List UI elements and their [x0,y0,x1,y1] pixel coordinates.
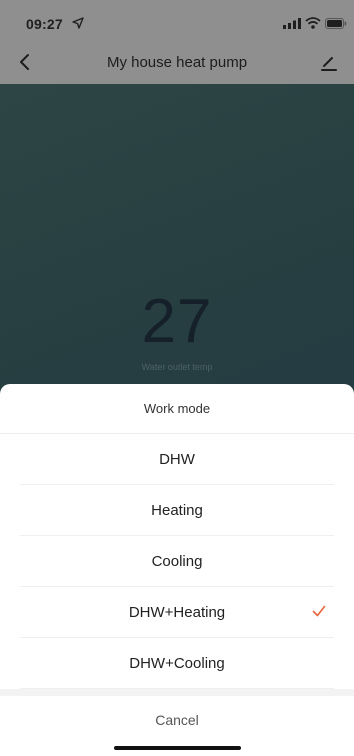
navigation-bar: My house heat pump [0,44,354,82]
sheet-divider [0,689,354,696]
top-bar: 09:27 My house heat pump [0,0,354,84]
location-arrow-icon [72,17,84,29]
option-dhw-heating[interactable]: DHW+Heating [20,587,334,638]
sheet-title: Work mode [0,384,354,434]
cancel-button[interactable]: Cancel [0,696,354,744]
app-screen: 09:27 My house heat pump 27 Water outlet… [0,0,354,756]
status-bar: 09:27 [0,0,354,44]
option-heating[interactable]: Heating [20,485,334,536]
status-time: 09:27 [26,16,63,32]
battery-icon [325,18,347,29]
cellular-signal-icon [283,18,301,29]
pen-edit-icon[interactable] [320,54,338,72]
option-label: DHW [159,451,195,468]
temperature-value: 27 [141,287,213,356]
option-cooling[interactable]: Cooling [20,536,334,587]
option-label: DHW+Heating [128,604,226,621]
page-title: My house heat pump [106,54,248,71]
temperature-label: Water outlet temp [141,362,213,372]
option-label: DHW+Cooling [129,655,225,672]
checkmark-icon [312,605,326,617]
option-dhw[interactable]: DHW [20,434,334,485]
option-label: Cooling [151,553,203,570]
home-indicator[interactable] [114,746,241,750]
option-dhw-cooling[interactable]: DHW+Cooling [20,638,334,689]
work-mode-sheet: Work mode DHW Heating Cooling DHW+Heatin… [0,384,354,756]
wifi-icon [305,17,321,29]
option-label: Heating [151,502,203,519]
